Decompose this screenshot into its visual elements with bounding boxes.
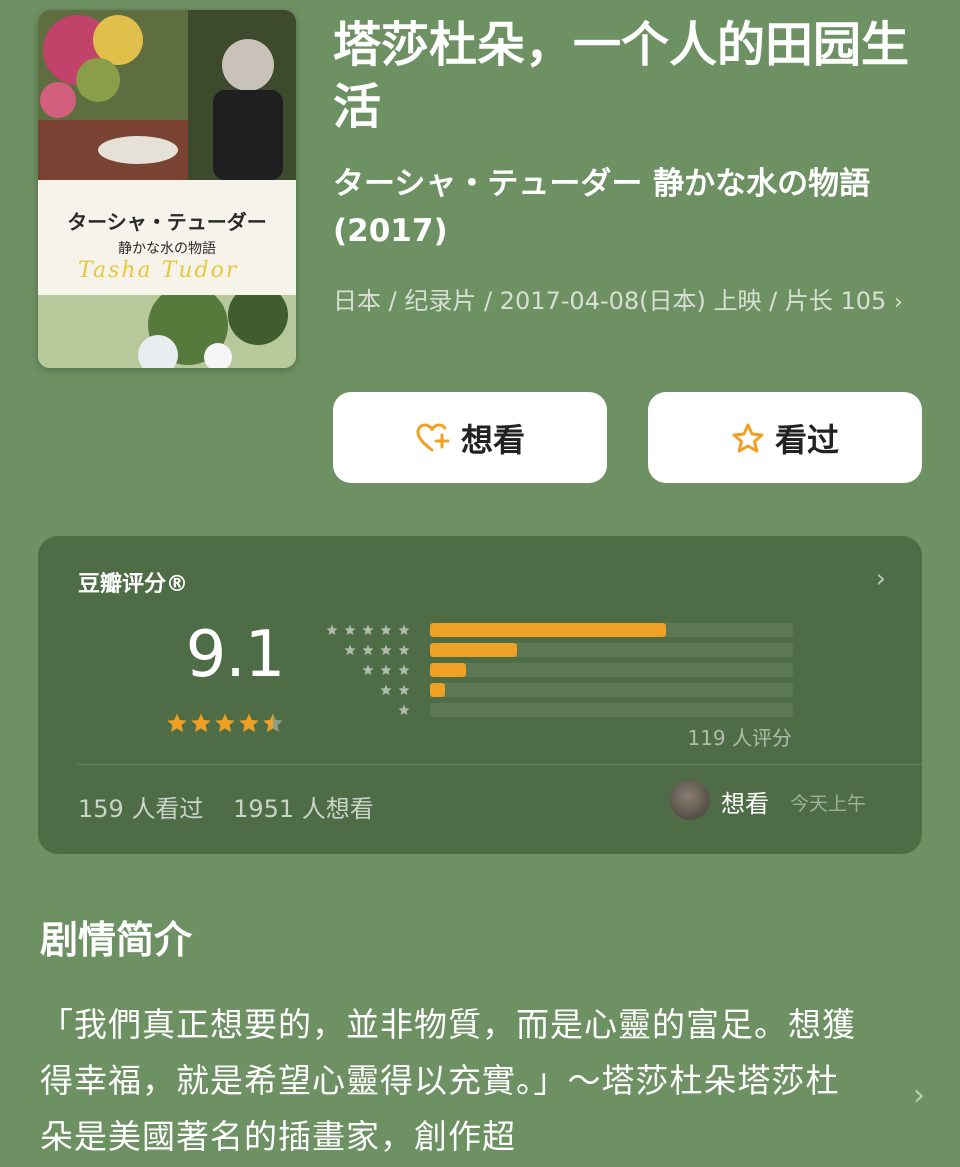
friend-time: 今天上午 [790,793,867,815]
star-icon [344,644,356,655]
star-outline-icon [732,423,764,452]
movie-poster[interactable]: ターシャ・テューダー 静かな水の物語 Tasha Tudor [38,10,296,368]
seen-count: 159 人看过 [78,795,204,823]
star-icon [362,644,374,655]
star-icon [398,704,410,715]
star-icon [380,624,392,635]
synopsis-heading: 剧情简介 [40,918,193,962]
star-icon [380,664,392,675]
star-icon [398,644,410,655]
row-stars [326,624,410,635]
poster-photo-bottom [38,295,296,368]
synopsis-text[interactable]: 「我們真正想要的，並非物質，而是心靈的富足。想獲得幸福，就是希望心靈得以充實。」… [40,997,860,1165]
rating-card[interactable]: 豆瓣评分® › 9.1 119 人评分 159 人看过 1951 人想看 想看 … [38,536,922,854]
watched-button[interactable]: 看过 [648,392,922,483]
chevron-right-icon[interactable]: › [876,564,886,594]
poster-subtitle: 静かな水の物語 [118,241,216,257]
star-icon [380,644,392,655]
chevron-right-icon: › [893,290,903,315]
rating-bar-row [328,702,798,718]
rating-bar-track [430,643,793,657]
rating-card-title: 豆瓣评分® [78,572,189,597]
watch-stats: 159 人看过 1951 人想看 [78,789,396,824]
star-icon [362,664,374,675]
rating-bar-row [328,662,798,678]
star-icon [191,713,211,732]
movie-meta-text: 日本 / 纪录片 / 2017-04-08(日本) 上映 / 片长 105 [333,287,887,315]
rating-bar-fill [430,663,466,677]
rating-bar-track [430,703,793,717]
poster-script-name: Tasha Tudor [78,258,239,283]
poster-photo-top [38,10,296,180]
rating-bar-track [430,683,793,697]
star-icon [398,684,410,695]
movie-title: 塔莎杜朵，一个人的田园生活 [333,17,910,135]
rating-bar-row [328,642,798,658]
star-icon [380,684,392,695]
star-icon [398,664,410,675]
star-half-icon [263,713,283,732]
chevron-right-icon[interactable]: › [913,1078,925,1113]
star-icon [398,624,410,635]
divider [78,764,922,765]
rating-bar-fill [430,623,666,637]
movie-original-title: ターシャ・テューダー 静かな水の物語 (2017) [333,166,871,249]
want-to-watch-label: 想看 [460,420,525,459]
rating-bar-track [430,623,793,637]
rating-bar-row [328,682,798,698]
star-icon [215,713,235,732]
rating-bar-track [430,663,793,677]
avatar[interactable] [670,780,710,820]
rating-bar-fill [430,643,517,657]
star-icon [344,624,356,635]
heart-plus-icon [416,423,450,451]
star-icon [167,713,187,732]
want-count: 1951 人想看 [233,795,374,823]
rating-bar-fill [430,683,445,697]
row-stars [398,704,410,715]
rating-stars [167,713,283,732]
star-icon [362,624,374,635]
movie-meta[interactable]: 日本 / 纪录片 / 2017-04-08(日本) 上映 / 片长 105 › [333,277,923,327]
star-icon [326,624,338,635]
star-icon [239,713,259,732]
rating-bar-row [326,622,798,638]
friend-status: 想看 [721,790,769,818]
watched-label: 看过 [774,420,839,459]
rating-count: 119 人评分 [687,726,792,750]
row-stars [362,664,410,675]
row-stars [344,644,410,655]
poster-title: ターシャ・テューダー [67,210,267,234]
want-to-watch-button[interactable]: 想看 [333,392,607,483]
row-stars [380,684,410,695]
rating-score: 9.1 [185,618,286,692]
